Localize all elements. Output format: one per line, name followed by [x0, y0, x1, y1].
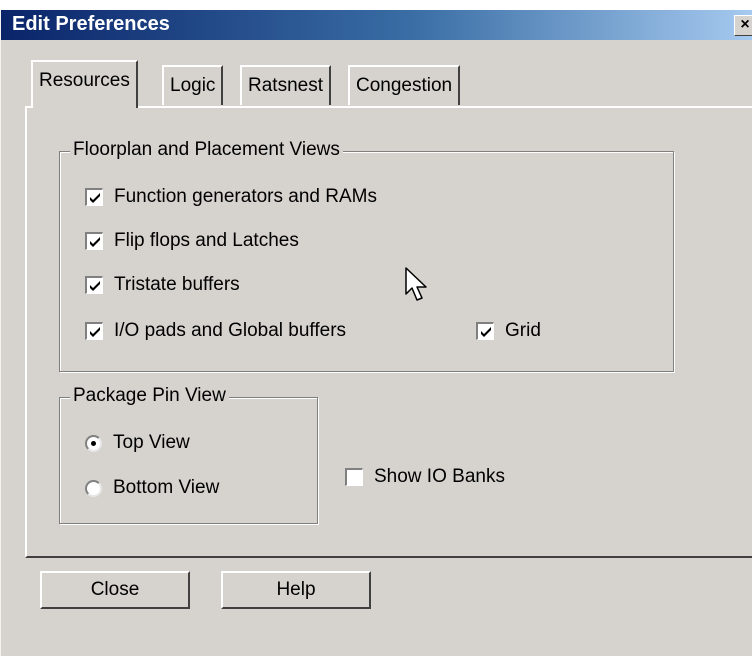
package-pin-view-group: Package Pin View Top View Bottom View — [59, 385, 318, 524]
title-bar[interactable]: Edit Preferences × — [1, 10, 752, 40]
radio-button[interactable] — [85, 434, 102, 452]
resources-tab-panel: Floorplan and Placement Views Function g… — [25, 106, 752, 558]
close-icon: × — [740, 16, 750, 33]
check-mark-icon — [90, 237, 100, 247]
checkbox-label: Flip flops and Latches — [114, 230, 299, 251]
checkbox-label: Tristate buffers — [114, 274, 240, 295]
check-mark-icon — [481, 327, 491, 337]
io-pads-checkbox[interactable]: I/O pads and Global buffers — [85, 318, 346, 344]
package-pin-view-label: Package Pin View — [70, 385, 229, 407]
tristate-buffers-checkbox[interactable]: Tristate buffers — [85, 272, 240, 298]
tab-label: Congestion — [356, 75, 453, 96]
checkbox-box[interactable] — [345, 468, 363, 486]
tab-logic[interactable]: Logic — [162, 65, 224, 105]
checkbox-label: Function generators and RAMs — [114, 186, 377, 207]
close-window-button[interactable]: × — [734, 15, 752, 36]
checkbox-box[interactable] — [85, 322, 103, 340]
check-mark-icon — [90, 327, 100, 337]
tab-resources[interactable]: Resources — [31, 60, 138, 108]
checkbox-box[interactable] — [85, 188, 103, 206]
floorplan-group-label: Floorplan and Placement Views — [70, 139, 343, 161]
radio-label: Top View — [113, 432, 190, 453]
checkbox-label: Show IO Banks — [374, 466, 505, 487]
edit-preferences-dialog: Edit Preferences × Resources Logic Ratsn… — [0, 10, 752, 656]
tab-label: Resources — [39, 70, 130, 91]
check-mark-icon — [90, 281, 100, 291]
function-generators-checkbox[interactable]: Function generators and RAMs — [85, 184, 377, 210]
button-label: Help — [276, 579, 316, 600]
button-label: Close — [90, 579, 140, 600]
check-mark-icon — [90, 193, 100, 203]
close-button[interactable]: Close — [40, 571, 190, 609]
top-view-radio[interactable]: Top View — [85, 430, 190, 456]
checkbox-label: I/O pads and Global buffers — [114, 320, 347, 341]
radio-selected-dot — [91, 440, 96, 446]
help-button[interactable]: Help — [221, 571, 371, 609]
checkbox-box[interactable] — [476, 322, 494, 340]
show-io-banks-checkbox[interactable]: Show IO Banks — [345, 464, 505, 490]
tab-ratsnest[interactable]: Ratsnest — [240, 65, 331, 105]
checkbox-label: Grid — [505, 320, 541, 341]
window-title: Edit Preferences — [12, 13, 170, 35]
tab-congestion[interactable]: Congestion — [348, 65, 461, 105]
floorplan-group: Floorplan and Placement Views Function g… — [59, 139, 674, 372]
tab-label: Logic — [170, 75, 216, 96]
radio-label: Bottom View — [113, 477, 220, 498]
checkbox-box[interactable] — [85, 232, 103, 250]
radio-button[interactable] — [85, 479, 102, 497]
tab-label: Ratsnest — [248, 75, 323, 96]
flip-flops-checkbox[interactable]: Flip flops and Latches — [85, 228, 299, 254]
checkbox-box[interactable] — [85, 276, 103, 294]
bottom-view-radio[interactable]: Bottom View — [85, 475, 219, 501]
grid-checkbox[interactable]: Grid — [476, 318, 541, 344]
